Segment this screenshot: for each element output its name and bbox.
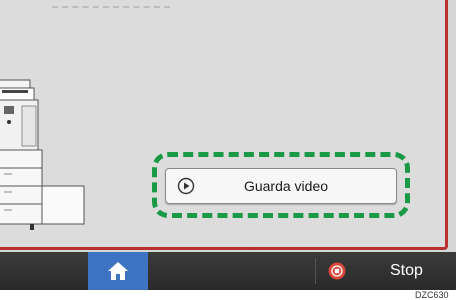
main-panel: Guarda video [0, 0, 448, 250]
printer-illustration [0, 79, 85, 230]
stop-button[interactable]: Stop [318, 252, 456, 290]
play-circle-icon [177, 177, 195, 195]
home-button[interactable] [88, 252, 148, 290]
bar-divider [315, 258, 316, 284]
figure-code: DZC630 [415, 290, 449, 300]
watch-video-label: Guarda video [243, 178, 329, 194]
home-icon [108, 262, 128, 280]
top-divider [52, 6, 170, 10]
stop-label: Stop [390, 262, 423, 279]
device-screen: Guarda video Stop [0, 0, 456, 290]
bottom-bar: Stop [0, 252, 456, 290]
stop-icon [328, 262, 346, 280]
watch-video-button[interactable]: Guarda video [165, 168, 397, 204]
